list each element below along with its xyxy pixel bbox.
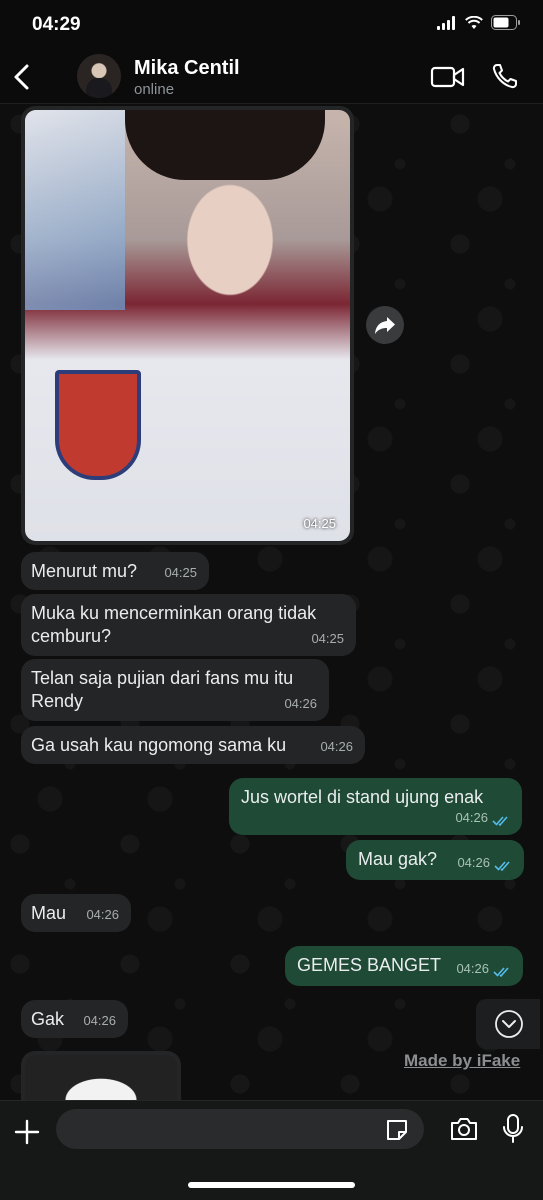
signal-icon [437,15,455,30]
message-time: 04:26 [455,810,488,825]
battery-icon [491,15,520,30]
message-time: 04:26 [457,855,490,870]
read-receipt-icon [493,967,509,978]
outgoing-message[interactable]: Mau gak? 04:26 [346,840,524,880]
message-text: Telan saja pujian dari fans mu itu Rendy [31,668,294,711]
read-receipt-icon [492,816,508,827]
photo-image[interactable] [25,1055,177,1100]
message-time: 04:25 [303,516,336,531]
photo-message[interactable]: 04:25 [21,106,354,545]
attach-button[interactable] [14,1119,40,1145]
photo-message[interactable] [21,1051,181,1100]
incoming-message[interactable]: Ga usah kau ngomong sama ku 04:26 [21,726,365,764]
message-text: Menurut mu? [31,561,138,581]
chat-header: Mika Centil online [0,50,543,104]
outgoing-message[interactable]: Jus wortel di stand ujung enak 04:26 [229,778,522,835]
photo-detail [55,370,141,480]
photo-detail [25,110,125,310]
wifi-icon [465,15,483,29]
message-time: 04:26 [456,961,489,976]
watermark-link[interactable]: Made by iFake [404,1051,520,1071]
message-text: Muka ku mencerminkan orang tidak cemburu… [31,603,317,646]
incoming-message[interactable]: Gak 04:26 [21,1000,128,1038]
incoming-message[interactable]: Menurut mu? 04:25 [21,552,209,590]
status-time: 04:29 [32,14,81,35]
incoming-message[interactable]: Telan saja pujian dari fans mu itu Rendy… [21,659,329,721]
outgoing-message[interactable]: GEMES BANGET 04:26 [285,946,523,986]
chevron-down-icon [495,1010,523,1038]
forward-button[interactable] [366,306,404,344]
message-text: Jus wortel di stand ujung enak [241,787,484,807]
message-time: 04:26 [86,907,119,922]
contact-status: online [134,81,175,98]
camera-button[interactable] [449,1115,479,1143]
status-bar: 04:29 [0,0,543,50]
message-text: Ga usah kau ngomong sama ku [31,735,287,755]
scroll-down-button[interactable] [476,999,540,1049]
message-text: Gak [31,1009,65,1029]
message-text: GEMES BANGET [297,955,442,975]
message-time: 04:25 [311,631,344,646]
photo-image[interactable]: 04:25 [25,110,350,541]
forward-icon [375,317,395,334]
contact-name[interactable]: Mika Centil [134,57,240,80]
contact-avatar[interactable] [77,54,121,98]
back-button[interactable] [10,62,32,92]
voice-call-button[interactable] [491,62,519,90]
microphone-button[interactable] [502,1113,524,1145]
message-time: 04:26 [284,696,317,711]
message-time: 04:26 [320,739,353,754]
video-call-button[interactable] [430,64,466,90]
message-input[interactable] [56,1109,424,1149]
message-text: Mau gak? [358,849,438,869]
message-time: 04:26 [83,1013,116,1028]
message-text: Mau [31,903,67,923]
sticker-button[interactable] [384,1117,410,1143]
incoming-message[interactable]: Mau 04:26 [21,894,131,932]
photo-detail [125,110,325,180]
incoming-message[interactable]: Muka ku mencerminkan orang tidak cemburu… [21,594,356,656]
home-indicator[interactable] [188,1182,355,1188]
status-icons [437,15,521,30]
message-time: 04:25 [164,565,197,580]
read-receipt-icon [494,861,510,872]
